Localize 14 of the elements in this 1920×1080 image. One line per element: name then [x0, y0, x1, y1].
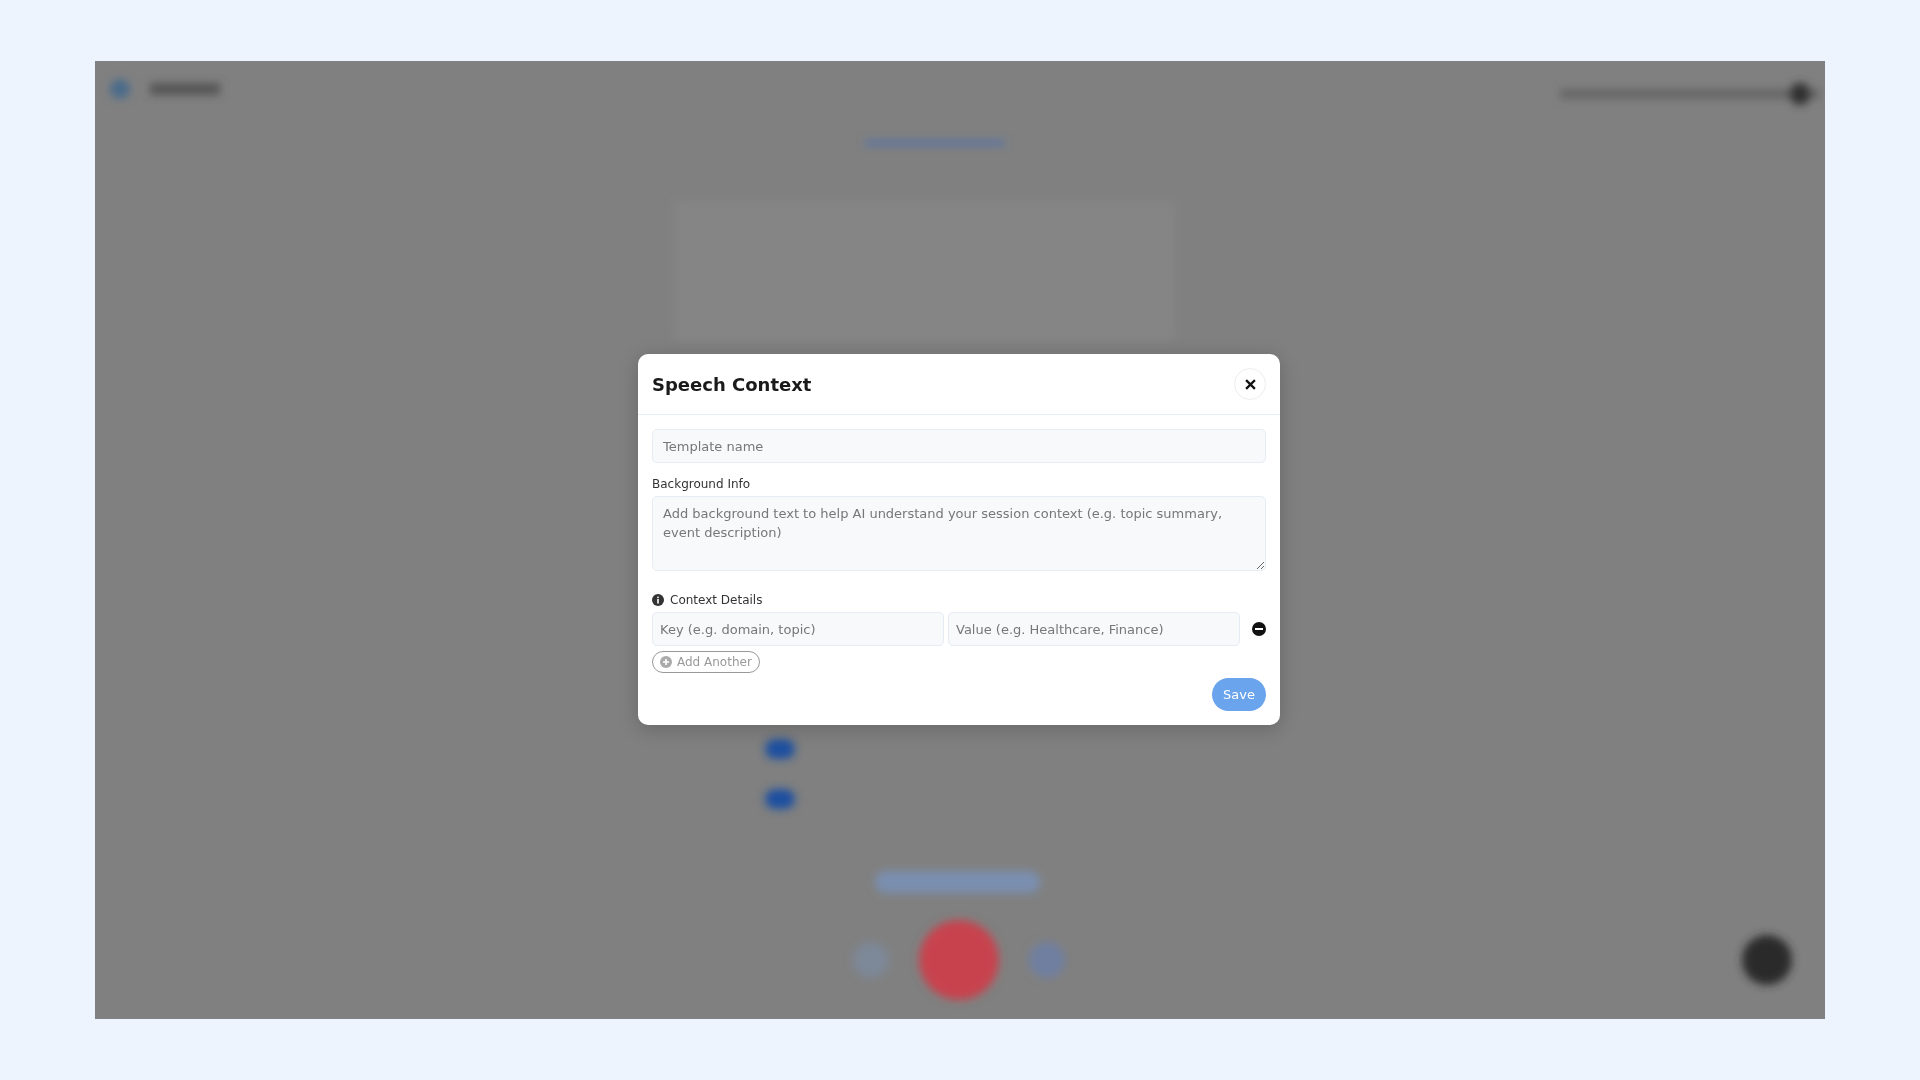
template-name-field[interactable]: Template name	[652, 429, 1266, 463]
close-button[interactable]	[1234, 368, 1266, 400]
info-icon	[652, 594, 664, 606]
value-field[interactable]: Value (e.g. Healthcare, Finance)	[948, 612, 1240, 646]
section-label: Context Details	[670, 593, 763, 607]
key-field[interactable]: Key (e.g. domain, topic)	[652, 612, 944, 646]
save-button[interactable]: Save	[1212, 678, 1266, 711]
plus-circle-icon	[660, 656, 672, 668]
field-label: Background Info	[652, 477, 752, 491]
dialog-title: Speech Context	[652, 373, 812, 395]
add-another-button[interactable]: Add Another	[652, 651, 760, 673]
background-info-field[interactable]: Add background text to help AI understand your session context (e.g. topic summary, event description)	[652, 496, 1266, 571]
minus-circle-icon	[1252, 622, 1266, 636]
close-icon	[1244, 378, 1256, 390]
